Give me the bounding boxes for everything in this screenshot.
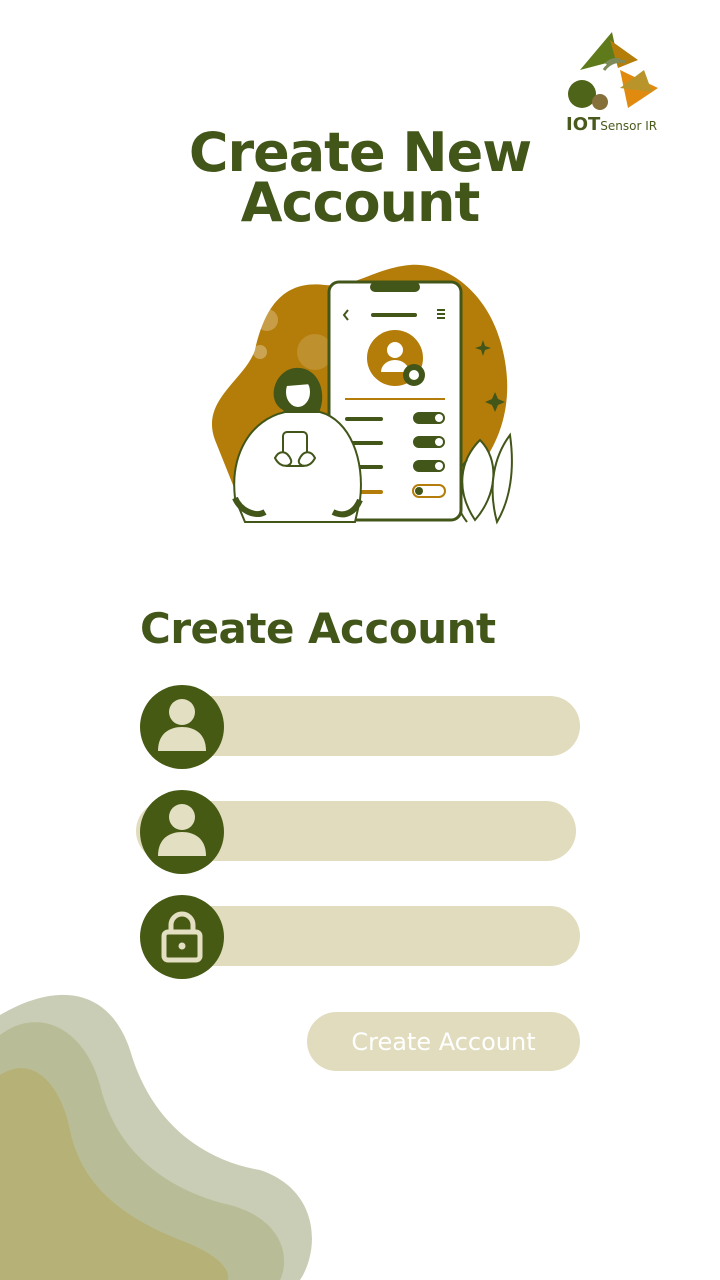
create-account-button[interactable]: Create Account [307, 1012, 580, 1071]
account-settings-illustration [211, 264, 513, 525]
lock-icon [161, 911, 203, 963]
user-icon [158, 804, 206, 856]
user-icon [158, 699, 206, 751]
user-avatar-badge-2 [140, 790, 224, 874]
username-input[interactable] [240, 696, 584, 758]
decorative-wave [0, 994, 312, 1280]
logo-graphic [568, 32, 658, 110]
page-title: Create New Account [0, 126, 720, 234]
lock-badge [140, 895, 224, 979]
iot-sensor-logo: IOTSensor IR [560, 30, 670, 140]
page-title-line2: Account [240, 171, 481, 234]
form-title: Create Account [140, 604, 496, 653]
email-input[interactable] [226, 801, 570, 863]
user-avatar-badge [140, 685, 224, 769]
password-input[interactable] [240, 906, 584, 968]
